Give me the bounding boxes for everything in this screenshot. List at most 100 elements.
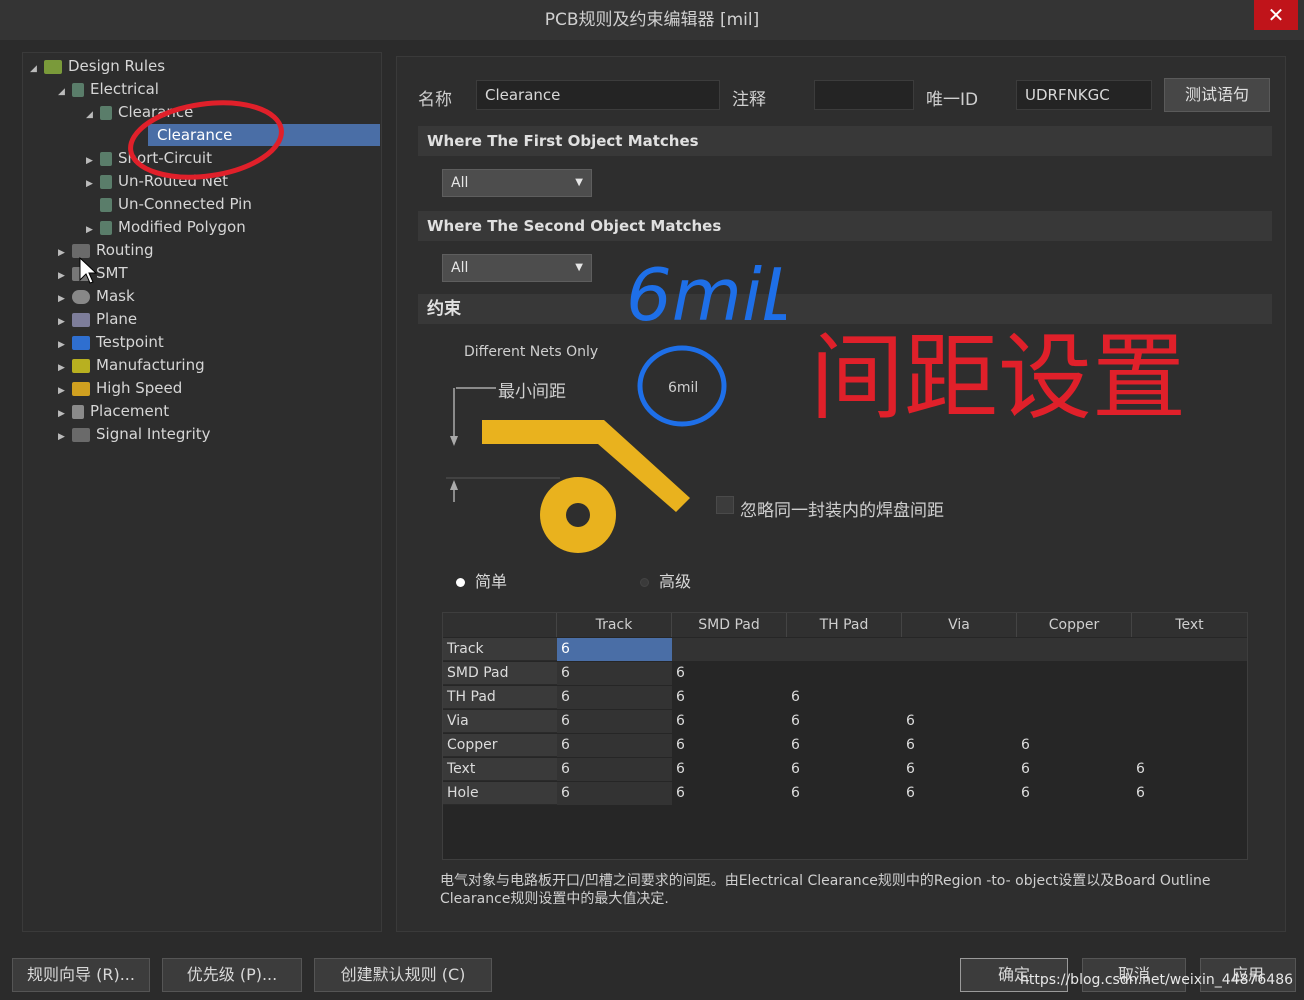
tree-item-testpoint[interactable]: ▶ Testpoint xyxy=(58,331,164,353)
first-object-title: Where The First Object Matches xyxy=(427,132,699,150)
first-object-dropdown[interactable]: All ▼ xyxy=(442,169,592,197)
mode-simple-radio[interactable]: 简单 xyxy=(456,568,507,592)
table-cell[interactable]: 6 xyxy=(672,710,787,733)
column-header-smd-pad: SMD Pad xyxy=(672,613,787,637)
blue-handwriting-annotation: 6miL xyxy=(626,253,786,336)
comment-field[interactable] xyxy=(814,80,914,110)
table-cell[interactable]: 6 xyxy=(672,782,787,805)
table-cell[interactable]: 6 xyxy=(557,710,672,733)
table-cell[interactable]: 6 xyxy=(557,734,672,757)
ignore-pads-checkbox[interactable] xyxy=(716,496,734,514)
second-object-title: Where The Second Object Matches xyxy=(427,217,722,235)
table-cell[interactable]: 6 xyxy=(672,686,787,709)
name-field[interactable]: Clearance xyxy=(476,80,720,110)
unique-id-field[interactable]: UDRFNKGC xyxy=(1016,80,1152,110)
ignore-pads-label: 忽略同一封装内的焊盘间距 xyxy=(740,501,944,521)
mouse-cursor-icon xyxy=(79,256,98,284)
expand-arrow-icon[interactable]: ▶ xyxy=(86,219,100,241)
window-title: PCB规则及约束编辑器 [mil] xyxy=(544,10,760,30)
table-cell[interactable]: 6 xyxy=(672,662,787,685)
clearance-matrix-table: Track SMD Pad TH Pad Via Copper Text Tra… xyxy=(442,612,1248,860)
table-cell[interactable]: 6 xyxy=(787,686,902,709)
table-cell[interactable]: 6 xyxy=(1017,758,1132,781)
radio-selected-icon xyxy=(456,578,465,587)
manufacturing-icon xyxy=(72,358,90,373)
expand-arrow-icon[interactable]: ▶ xyxy=(58,380,72,402)
unique-id-label: 唯一ID xyxy=(926,90,979,110)
comment-label: 注释 xyxy=(732,90,766,110)
table-cell[interactable]: 6 xyxy=(557,662,672,685)
expand-arrow-icon[interactable]: ▶ xyxy=(58,334,72,356)
table-cell[interactable]: 6 xyxy=(557,638,672,661)
svg-text:间距设置: 间距设置 xyxy=(810,324,1186,433)
table-cell[interactable]: 6 xyxy=(787,782,902,805)
column-header-track: Track xyxy=(557,613,672,637)
row-header-copper: Copper xyxy=(443,734,557,757)
chevron-down-icon: ▼ xyxy=(575,262,583,273)
table-cell[interactable]: 6 xyxy=(787,710,902,733)
table-cell[interactable]: 6 xyxy=(557,782,672,805)
expand-arrow-icon[interactable]: ▶ xyxy=(58,288,72,310)
row-header-hole: Hole xyxy=(443,782,557,805)
second-object-dropdown[interactable]: All ▼ xyxy=(442,254,592,282)
expand-arrow-icon[interactable]: ▶ xyxy=(58,311,72,333)
rule-wizard-button[interactable]: 规则向导 (R)... xyxy=(12,958,150,992)
tree-item-mask[interactable]: ▶ Mask xyxy=(58,285,135,307)
red-circle-annotation xyxy=(128,100,284,180)
high-speed-icon xyxy=(72,381,90,396)
table-cell[interactable]: 6 xyxy=(557,686,672,709)
expand-arrow-icon[interactable]: ▶ xyxy=(58,403,72,425)
tree-item-un-connected-pin[interactable]: Un-Connected Pin xyxy=(100,193,252,215)
rule-description: 电气对象与电路板开口/凹槽之间要求的间距。由Electrical Clearan… xyxy=(440,873,1211,907)
table-cell[interactable]: 6 xyxy=(902,734,1017,757)
expand-arrow-icon[interactable]: ▶ xyxy=(86,173,100,195)
tree-item-design-rules[interactable]: ◢ Design Rules xyxy=(30,55,165,77)
close-icon: ✕ xyxy=(1267,3,1285,27)
mode-advanced-radio[interactable]: 高级 xyxy=(640,568,691,592)
table-cell[interactable]: 6 xyxy=(902,758,1017,781)
table-cell[interactable]: 6 xyxy=(1017,782,1132,805)
expand-arrow-icon[interactable]: ◢ xyxy=(86,104,100,126)
column-header-copper: Copper xyxy=(1017,613,1132,637)
row-header-smd-pad: SMD Pad xyxy=(443,662,557,685)
tree-item-routing[interactable]: ▶ Routing xyxy=(58,239,154,261)
row-header-text: Text xyxy=(443,758,557,781)
testpoint-icon xyxy=(72,335,90,350)
tree-item-signal-integrity[interactable]: ▶ Signal Integrity xyxy=(58,423,211,445)
second-object-section: Where The Second Object Matches xyxy=(418,211,1272,241)
radio-unselected-icon xyxy=(640,578,649,587)
test-query-button[interactable]: 测试语句 xyxy=(1164,78,1270,112)
red-handwriting-annotation: 间距设置 xyxy=(810,324,1186,433)
create-default-rules-button[interactable]: 创建默认规则 (C) xyxy=(314,958,492,992)
expand-arrow-icon[interactable]: ▶ xyxy=(58,265,72,287)
tree-item-placement[interactable]: ▶ Placement xyxy=(58,400,169,422)
table-cell[interactable]: 6 xyxy=(1132,758,1247,781)
table-cell[interactable]: 6 xyxy=(1017,734,1132,757)
table-cell[interactable]: 6 xyxy=(787,758,902,781)
table-cell[interactable]: 6 xyxy=(672,758,787,781)
chevron-down-icon: ▼ xyxy=(575,177,583,188)
tree-item-high-speed[interactable]: ▶ High Speed xyxy=(58,377,182,399)
svg-text:6miL: 6miL xyxy=(626,253,786,336)
table-cell[interactable]: 6 xyxy=(1132,782,1247,805)
expand-arrow-icon[interactable]: ▶ xyxy=(86,150,100,172)
expand-arrow-icon[interactable]: ◢ xyxy=(30,58,44,80)
table-cell[interactable]: 6 xyxy=(787,734,902,757)
close-button[interactable]: ✕ xyxy=(1254,0,1298,30)
priority-button[interactable]: 优先级 (P)... xyxy=(162,958,302,992)
tree-item-plane[interactable]: ▶ Plane xyxy=(58,308,137,330)
different-nets-label: Different Nets Only xyxy=(464,344,599,360)
expand-arrow-icon[interactable]: ▶ xyxy=(58,426,72,448)
expand-arrow-icon[interactable]: ▶ xyxy=(58,242,72,264)
folder-icon xyxy=(44,59,62,74)
first-object-section: Where The First Object Matches xyxy=(418,126,1272,156)
table-cell[interactable]: 6 xyxy=(557,758,672,781)
table-cell[interactable]: 6 xyxy=(672,734,787,757)
expand-arrow-icon[interactable]: ◢ xyxy=(58,81,72,103)
table-cell[interactable]: 6 xyxy=(902,782,1017,805)
table-cell[interactable]: 6 xyxy=(902,710,1017,733)
tree-item-manufacturing[interactable]: ▶ Manufacturing xyxy=(58,354,205,376)
placement-icon xyxy=(72,404,84,419)
tree-item-modified-polygon[interactable]: ▶ Modified Polygon xyxy=(86,216,246,238)
expand-arrow-icon[interactable]: ▶ xyxy=(58,357,72,379)
